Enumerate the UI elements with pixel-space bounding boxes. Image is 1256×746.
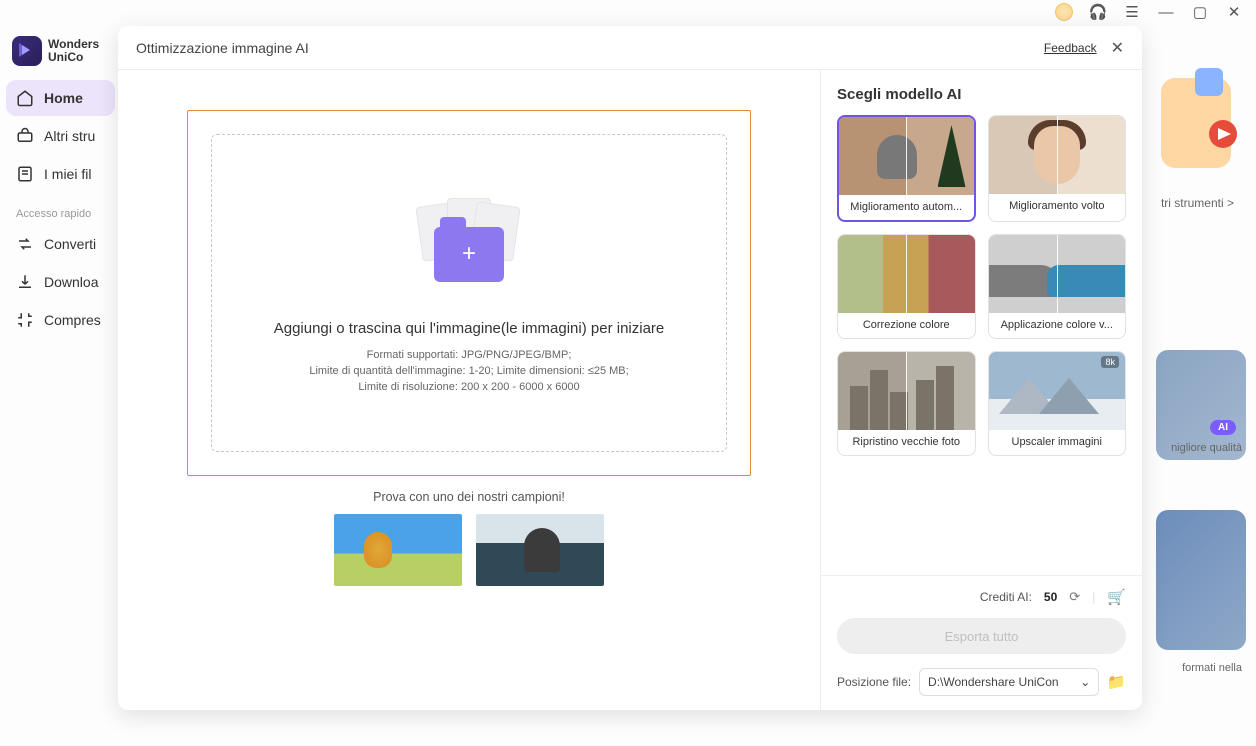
app-logo: WondersUniCo	[6, 32, 115, 80]
model-preview-icon	[838, 352, 975, 430]
modal-header: Ottimizzazione immagine AI Feedback ✕	[118, 26, 1142, 70]
nav-compress[interactable]: Compres	[6, 302, 115, 338]
nav-label: Altri stru	[44, 128, 95, 144]
output-path-select[interactable]: D:\Wondershare UniCon ⌄	[919, 668, 1099, 696]
credits-label: Crediti AI:	[980, 590, 1032, 604]
model-preview-icon	[839, 117, 974, 195]
model-label: Miglioramento autom...	[839, 195, 974, 220]
convert-icon	[16, 235, 34, 253]
model-card-upscaler[interactable]: 8k Upscaler immagini	[988, 351, 1127, 456]
credits-value: 50	[1044, 590, 1057, 604]
browse-folder-icon[interactable]: 📁	[1107, 673, 1126, 691]
nav-label: Converti	[44, 236, 96, 252]
drop-meta: Formati supportati: JPG/PNG/JPEG/BMP; Li…	[309, 347, 628, 395]
export-all-button[interactable]: Esporta tutto	[837, 618, 1126, 654]
bg-promo-link[interactable]: tri strumenti >	[1161, 196, 1234, 210]
sample-image-1[interactable]	[334, 514, 462, 586]
titlebar: 🎧 ☰ — ▢ ✕	[0, 0, 1256, 24]
drop-panel: + Aggiungi o trascina qui l'immagine(le …	[118, 70, 820, 710]
bottom-bar: Crediti AI:50 ⟳ | 🛒 Esporta tutto Posizi…	[821, 575, 1142, 710]
nav-label: Downloa	[44, 274, 98, 290]
model-preview-icon	[989, 116, 1126, 194]
model-card-color-correction[interactable]: Correzione colore	[837, 234, 976, 339]
window-close-button[interactable]: ✕	[1224, 2, 1244, 22]
model-card-old-photo-restore[interactable]: Ripristino vecchie foto	[837, 351, 976, 456]
nav-label: Compres	[44, 312, 101, 328]
sample-image-2[interactable]	[476, 514, 604, 586]
nav-myfiles[interactable]: I miei fil	[6, 156, 115, 192]
nav-download[interactable]: Downloa	[6, 264, 115, 300]
samples-label: Prova con uno dei nostri campioni!	[373, 490, 565, 504]
model-label: Upscaler immagini	[989, 430, 1126, 455]
model-preview-icon	[989, 235, 1126, 313]
output-path-label: Posizione file:	[837, 675, 911, 689]
logo-mark-icon	[12, 36, 42, 66]
model-preview-icon	[838, 235, 975, 313]
sidebar: WondersUniCo Home Altri stru I miei fil …	[0, 24, 125, 746]
ai-badge: AI	[1210, 420, 1236, 435]
drop-headline: Aggiungi o trascina qui l'immagine(le im…	[274, 320, 665, 337]
right-panel: Scegli modello AI Miglioramento autom...…	[820, 70, 1142, 710]
download-icon	[16, 273, 34, 291]
avatar-icon[interactable]	[1054, 2, 1074, 22]
model-card-colorize[interactable]: Applicazione colore v...	[988, 234, 1127, 339]
nav-label: Home	[44, 90, 83, 106]
drop-zone-outer: + Aggiungi o trascina qui l'immagine(le …	[187, 110, 751, 476]
toolbox-icon	[16, 127, 34, 145]
model-label: Correzione colore	[838, 313, 975, 338]
window-minimize-button[interactable]: —	[1156, 2, 1176, 22]
model-label: Miglioramento volto	[989, 194, 1126, 219]
close-icon[interactable]: ✕	[1111, 38, 1124, 58]
bg-text-1: nigliore qualità	[1171, 442, 1242, 454]
chevron-down-icon: ⌄	[1080, 675, 1090, 689]
window-maximize-button[interactable]: ▢	[1190, 2, 1210, 22]
nav-tools[interactable]: Altri stru	[6, 118, 115, 154]
ai-image-modal: Ottimizzazione immagine AI Feedback ✕ + …	[118, 26, 1142, 710]
model-label: Ripristino vecchie foto	[838, 430, 975, 455]
drop-zone[interactable]: + Aggiungi o trascina qui l'immagine(le …	[211, 134, 727, 452]
quick-access-label: Accesso rapido	[6, 194, 115, 226]
drop-illustration: +	[409, 192, 529, 302]
nav-label: I miei fil	[44, 166, 91, 182]
modal-title: Ottimizzazione immagine AI	[136, 40, 309, 56]
cart-icon[interactable]: 🛒	[1107, 588, 1126, 606]
feedback-link[interactable]: Feedback	[1044, 41, 1097, 55]
file-icon	[16, 165, 34, 183]
home-icon	[16, 89, 34, 107]
model-label: Applicazione colore v...	[989, 313, 1126, 338]
headset-icon[interactable]: 🎧	[1088, 2, 1108, 22]
model-card-face-enhance[interactable]: Miglioramento volto	[988, 115, 1127, 222]
bg-text-2: formati nella	[1182, 662, 1242, 674]
compress-icon	[16, 311, 34, 329]
folder-plus-icon: +	[434, 227, 504, 282]
bg-card-2	[1156, 510, 1246, 650]
model-preview-icon: 8k	[989, 352, 1126, 430]
menu-list-icon[interactable]: ☰	[1122, 2, 1142, 22]
output-path-value: D:\Wondershare UniCon	[928, 675, 1059, 689]
models-title: Scegli modello AI	[837, 86, 1126, 103]
nav-convert[interactable]: Converti	[6, 226, 115, 262]
refresh-icon[interactable]: ⟳	[1069, 589, 1080, 605]
app-name: WondersUniCo	[48, 38, 99, 64]
nav-home[interactable]: Home	[6, 80, 115, 116]
model-card-auto-enhance[interactable]: Miglioramento autom...	[837, 115, 976, 222]
